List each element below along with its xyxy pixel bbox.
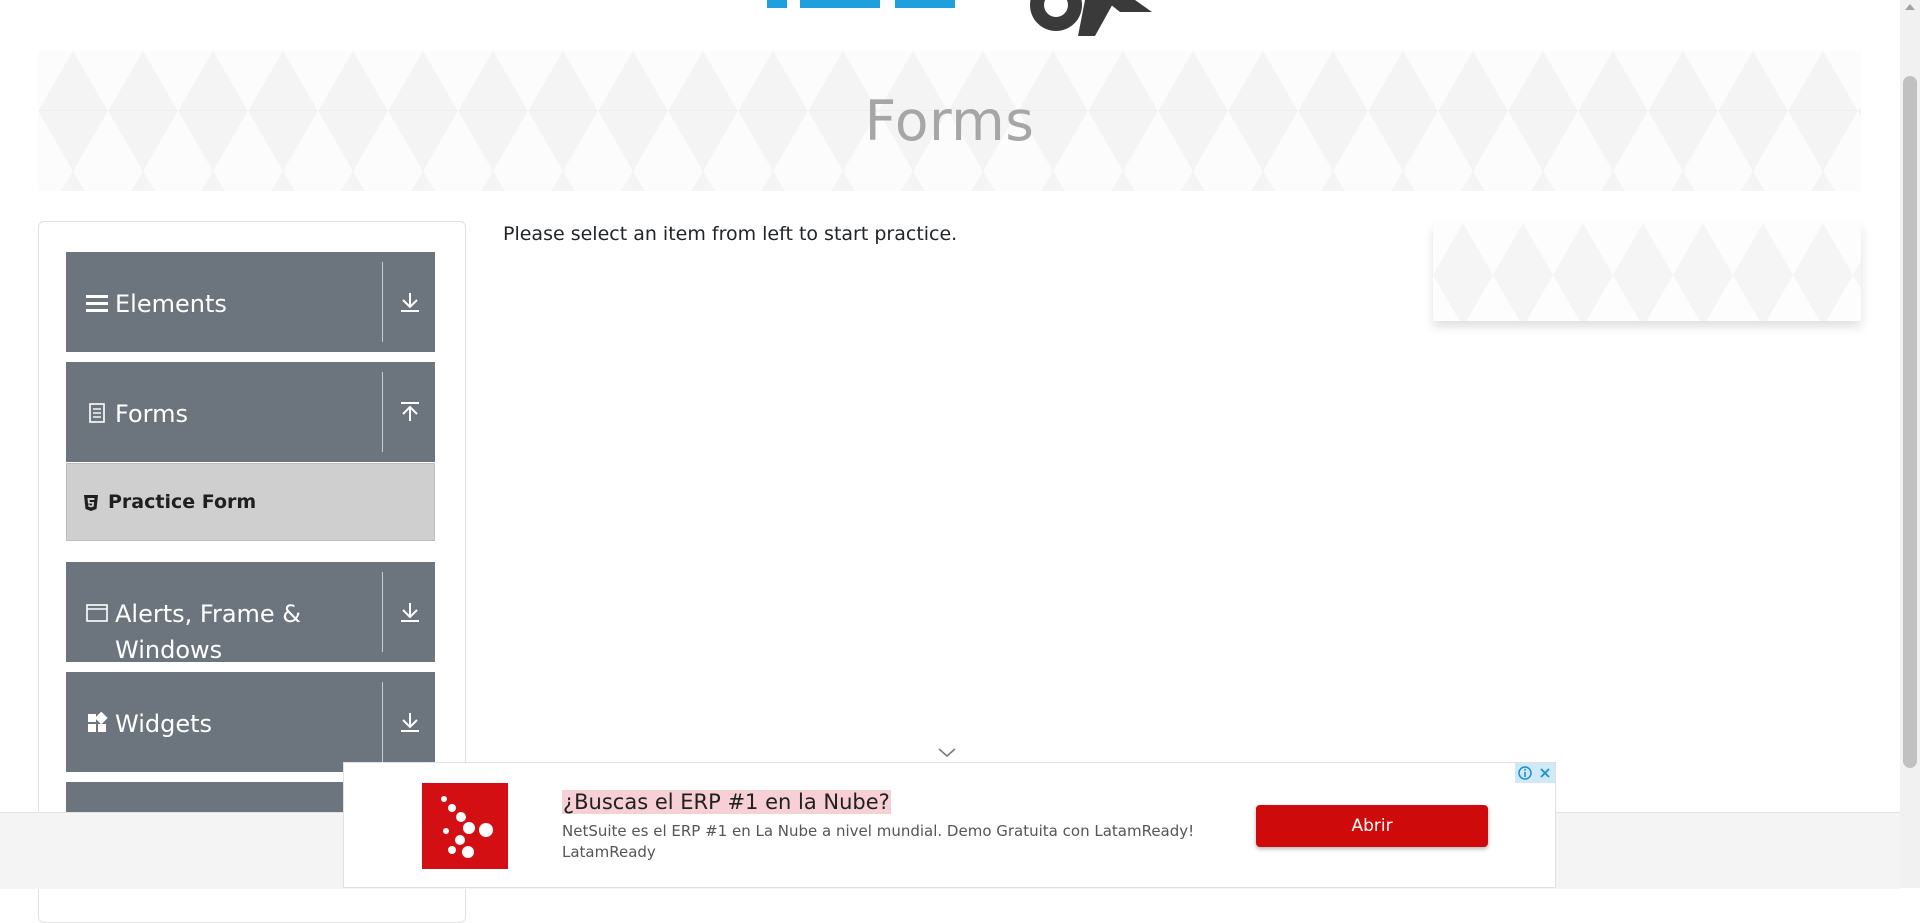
arrow-up-icon[interactable]	[398, 400, 422, 424]
hamburger-icon	[86, 295, 108, 312]
scroll-thumb[interactable]	[1903, 76, 1917, 768]
sidebar-group-elements[interactable]: Elements	[66, 252, 435, 352]
divider	[382, 372, 383, 452]
ad-controls	[1515, 763, 1555, 783]
side-ad-banner[interactable]	[1433, 223, 1861, 321]
ad-description: NetSuite es el ERP #1 en La Nube a nivel…	[562, 822, 1195, 861]
ad-brand-logo[interactable]	[422, 783, 508, 869]
bottom-ad[interactable]: ¿Buscas el ERP #1 en la Nube? NetSuite e…	[343, 762, 1556, 888]
vertical-scrollbar[interactable]	[1900, 0, 1920, 888]
sidebar-group-label: Widgets	[115, 710, 213, 738]
arrow-down-icon[interactable]	[398, 290, 422, 314]
sidebar-group-forms[interactable]: Forms	[66, 362, 435, 462]
divider	[382, 682, 383, 762]
window-icon	[86, 604, 108, 622]
page-banner: Forms	[38, 51, 1861, 191]
sidebar-group-label: Forms	[115, 400, 188, 428]
divider	[382, 572, 383, 652]
ad-close-icon[interactable]	[1535, 763, 1555, 783]
scroll-up-arrow-icon[interactable]	[1905, 4, 1915, 10]
sidebar-item-label: Practice Form	[108, 491, 257, 513]
widgets-icon	[88, 712, 108, 732]
site-logo[interactable]	[760, 0, 1160, 40]
arrow-down-icon[interactable]	[398, 600, 422, 624]
arrow-down-icon[interactable]	[398, 710, 422, 734]
ad-headline[interactable]: ¿Buscas el ERP #1 en la Nube?	[562, 790, 891, 814]
divider	[382, 262, 383, 342]
sidebar-group-label: Elements	[115, 290, 227, 318]
chevron-down-icon[interactable]	[935, 745, 959, 761]
sidebar-group-widgets[interactable]: Widgets	[66, 672, 435, 772]
sidebar-group-label: Alerts, Frame & Windows	[115, 600, 302, 664]
page-title: Forms	[864, 89, 1035, 153]
html5-icon	[84, 495, 98, 511]
ad-open-button[interactable]: Abrir	[1256, 805, 1488, 847]
document-icon	[89, 403, 105, 423]
main-message: Please select an item from left to start…	[503, 223, 958, 245]
sidebar-item-practice-form[interactable]: Practice Form	[66, 463, 435, 541]
ad-info-icon[interactable]	[1515, 763, 1535, 783]
sidebar-group-alerts[interactable]: Alerts, Frame & Windows	[66, 562, 435, 664]
